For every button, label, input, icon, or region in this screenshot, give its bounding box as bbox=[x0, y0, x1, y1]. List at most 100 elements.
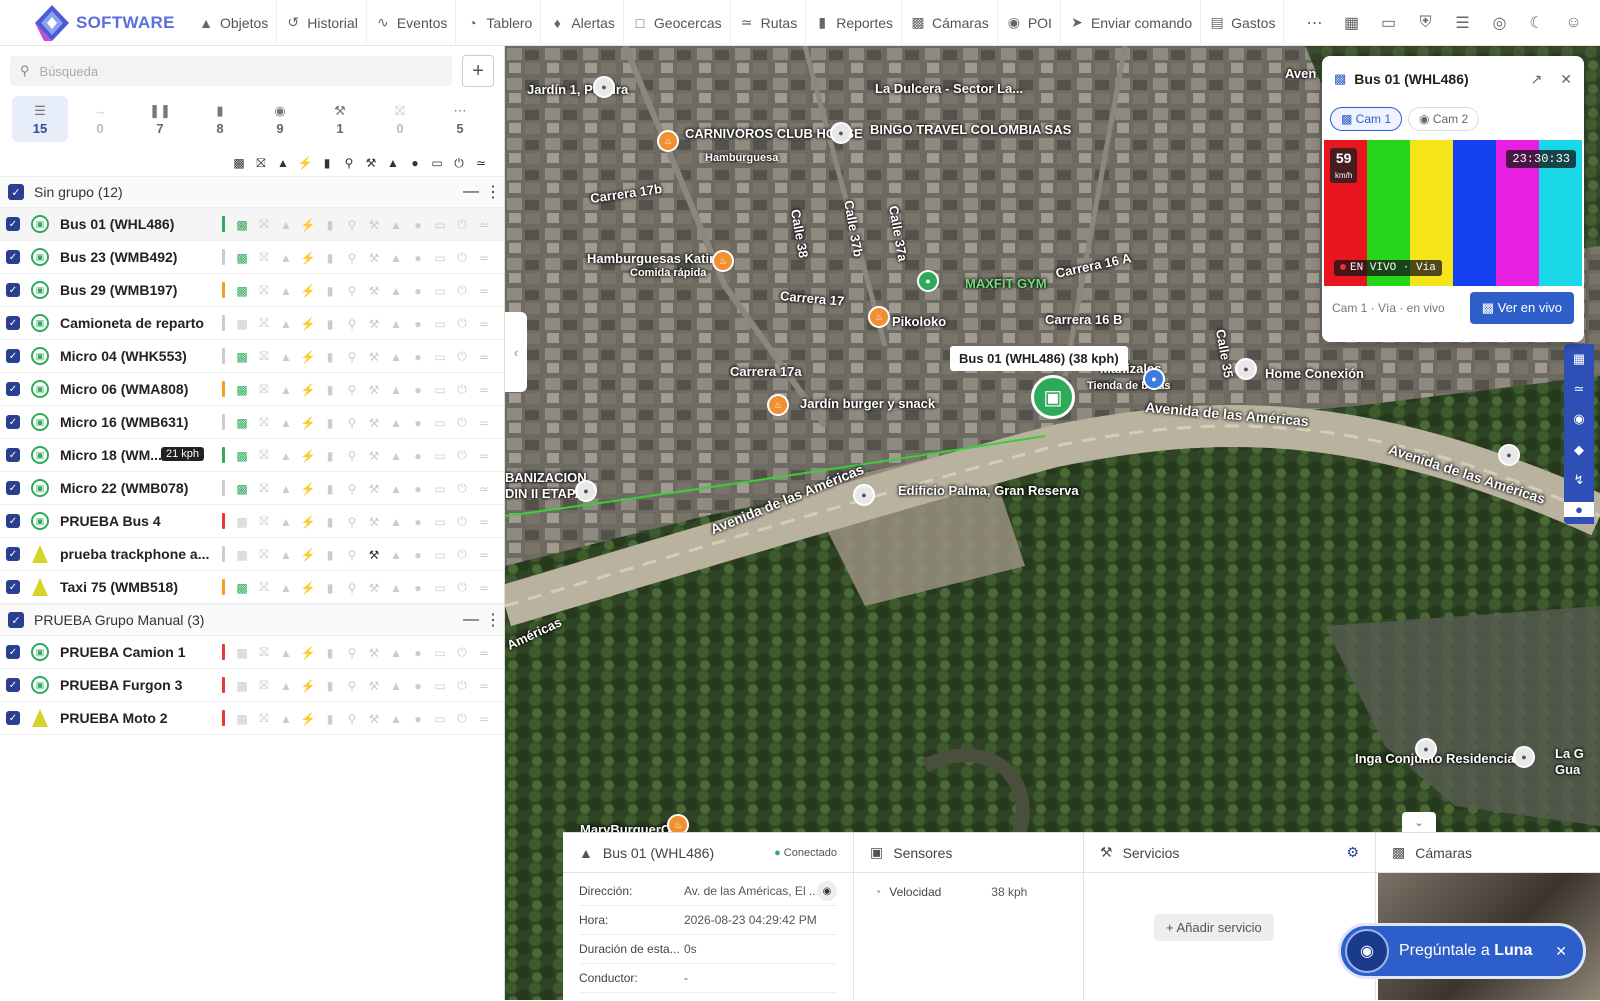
road-icon[interactable]: ▲ bbox=[275, 646, 297, 660]
thermometer-icon[interactable]: ▲ bbox=[385, 284, 407, 298]
nav-enviar-comando[interactable]: ➤ Enviar comando bbox=[1061, 0, 1202, 46]
key-icon[interactable]: ⚲ bbox=[341, 482, 363, 496]
fuel-icon[interactable]: ⛝ bbox=[253, 481, 275, 496]
driver-icon[interactable]: ● bbox=[407, 548, 429, 562]
kebab-menu-icon[interactable]: ⋮ bbox=[482, 610, 504, 630]
trailer-icon[interactable]: ▭ bbox=[429, 251, 451, 265]
trailer-icon[interactable]: ▭ bbox=[429, 548, 451, 562]
wrench-icon[interactable]: ⚒ bbox=[363, 449, 385, 463]
nav-cámaras[interactable]: ▩ Cámaras bbox=[902, 0, 998, 46]
key-icon[interactable]: ⚲ bbox=[341, 317, 363, 331]
lightning-icon[interactable]: ⚡ bbox=[297, 482, 319, 496]
driver-icon[interactable]: ● bbox=[404, 156, 426, 170]
route-icon[interactable]: ≃ bbox=[473, 383, 495, 397]
driver-icon[interactable]: ● bbox=[407, 515, 429, 529]
lightning-icon[interactable]: ⚡ bbox=[297, 548, 319, 562]
map-poi-marker[interactable]: ● bbox=[575, 480, 597, 502]
shield-icon[interactable]: ⛨ bbox=[1407, 0, 1444, 46]
signal-icon[interactable]: ▮ bbox=[319, 251, 341, 265]
restaurant-marker-icon[interactable]: ♨ bbox=[712, 250, 734, 272]
road-icon[interactable]: ▲ bbox=[275, 350, 297, 364]
power-icon[interactable]: ⏻ bbox=[451, 580, 473, 595]
lightning-icon[interactable]: ⚡ bbox=[297, 251, 319, 265]
power-icon[interactable]: ⏻ bbox=[451, 283, 473, 298]
wrench-icon[interactable]: ⚒ bbox=[363, 646, 385, 660]
video-camera-icon[interactable]: ▩ bbox=[231, 679, 253, 693]
signal-icon[interactable]: ▮ bbox=[319, 218, 341, 232]
trailer-icon[interactable]: ▭ bbox=[429, 646, 451, 660]
lightning-icon[interactable]: ⚡ bbox=[297, 646, 319, 660]
signal-icon[interactable]: ▮ bbox=[319, 449, 341, 463]
thermometer-icon[interactable]: ▲ bbox=[385, 317, 407, 331]
lightning-icon[interactable]: ⚡ bbox=[297, 350, 319, 364]
signal-icon[interactable]: ▮ bbox=[319, 383, 341, 397]
signal-icon[interactable]: ▮ bbox=[319, 416, 341, 430]
video-camera-icon[interactable]: ▩ bbox=[231, 482, 253, 496]
signal-icon[interactable]: ▮ bbox=[319, 284, 341, 298]
map-poi-marker[interactable]: ● bbox=[1513, 746, 1535, 768]
thermometer-icon[interactable]: ▲ bbox=[385, 383, 407, 397]
video-camera-icon[interactable]: ▩ bbox=[228, 156, 250, 170]
vehicle-row[interactable]: ✓ ▣ PRUEBA Bus 4 ▩ ⛝ ▲ ⚡ ▮ ⚲ ⚒ ▲ ● ▭ ⏻ ≃ bbox=[0, 505, 504, 538]
thermometer-icon[interactable]: ▲ bbox=[385, 679, 407, 693]
route-icon[interactable]: ≃ bbox=[1574, 381, 1585, 397]
vehicle-row[interactable]: ✓ ▣ Bus 01 (WHL486) ▩ ⛝ ▲ ⚡ ▮ ⚲ ⚒ ▲ ● ▭ ⏻ ≃ bbox=[0, 208, 504, 241]
map-poi-marker[interactable]: ● bbox=[1415, 738, 1437, 760]
thermometer-icon[interactable]: ▲ bbox=[385, 712, 407, 726]
vehicle-row[interactable]: ✓ ▣ Camioneta de reparto ▩ ⛝ ▲ ⚡ ▮ ⚲ ⚒ ▲ ● ▭ ⏻ ≃ bbox=[0, 307, 504, 340]
road-icon[interactable]: ▲ bbox=[275, 482, 297, 496]
driver-icon[interactable]: ● bbox=[407, 449, 429, 463]
thermometer-icon[interactable]: ▲ bbox=[385, 482, 407, 496]
nav-alertas[interactable]: ♦ Alertas bbox=[541, 0, 624, 46]
lightning-icon[interactable]: ⚡ bbox=[297, 712, 319, 726]
power-icon[interactable]: ⏻ bbox=[451, 547, 473, 562]
trailer-icon[interactable]: ▭ bbox=[429, 284, 451, 298]
driver-icon[interactable]: ● bbox=[407, 581, 429, 595]
map-poi-marker[interactable]: ● bbox=[1235, 358, 1257, 380]
add-object-button[interactable]: + bbox=[462, 55, 494, 87]
fuel-icon[interactable]: ⛝ bbox=[253, 547, 275, 562]
thermometer-icon[interactable]: ▲ bbox=[385, 646, 407, 660]
restaurant-marker-icon[interactable]: ♨ bbox=[868, 306, 890, 328]
collapse-icon[interactable]: — bbox=[460, 183, 482, 201]
fuel-icon[interactable]: ⛝ bbox=[253, 678, 275, 693]
road-icon[interactable]: ▲ bbox=[272, 156, 294, 170]
power-icon[interactable]: ⏻ bbox=[451, 645, 473, 660]
nav-geocercas[interactable]: □ Geocercas bbox=[624, 0, 731, 46]
fuel-icon[interactable]: ⛝ bbox=[253, 645, 275, 660]
road-icon[interactable]: ▲ bbox=[275, 251, 297, 265]
video-camera-icon[interactable]: ▩ bbox=[231, 317, 253, 331]
share-icon[interactable]: ↯ bbox=[1574, 472, 1585, 488]
trailer-icon[interactable]: ▭ bbox=[429, 679, 451, 693]
vehicle-row[interactable]: ✓ ▣ Micro 06 (WMA808) ▩ ⛝ ▲ ⚡ ▮ ⚲ ⚒ ▲ ● ▭ ⏻ ≃ bbox=[0, 373, 504, 406]
lightning-icon[interactable]: ⚡ bbox=[297, 515, 319, 529]
signal-icon[interactable]: ▮ bbox=[319, 350, 341, 364]
key-icon[interactable]: ⚲ bbox=[341, 383, 363, 397]
trailer-icon[interactable]: ▭ bbox=[429, 317, 451, 331]
vehicle-row[interactable]: ✓ ▣ Micro 18 (WM... 21 kph ▩ ⛝ ▲ ⚡ ▮ ⚲ ⚒ ▲ ● ▭ ⏻ ≃ bbox=[0, 439, 504, 472]
route-icon[interactable]: ≃ bbox=[473, 218, 495, 232]
video-camera-icon[interactable]: ▩ bbox=[231, 383, 253, 397]
road-icon[interactable]: ▲ bbox=[275, 449, 297, 463]
video-camera-icon[interactable]: ▩ bbox=[231, 218, 253, 232]
vehicle-checkbox[interactable]: ✓ bbox=[6, 448, 20, 462]
vehicle-row[interactable]: ✓ PRUEBA Moto 2 ▩ ⛝ ▲ ⚡ ▮ ⚲ ⚒ ▲ ● ▭ ⏻ ≃ bbox=[0, 702, 504, 735]
power-icon[interactable]: ⏻ bbox=[451, 678, 473, 693]
video-camera-icon[interactable]: ▩ bbox=[231, 646, 253, 660]
road-icon[interactable]: ▲ bbox=[275, 581, 297, 595]
vehicle-checkbox[interactable]: ✓ bbox=[6, 711, 20, 725]
lightning-icon[interactable]: ⚡ bbox=[297, 581, 319, 595]
restaurant-marker-icon[interactable]: ♨ bbox=[767, 394, 789, 416]
nav-poi[interactable]: ◉ POI bbox=[998, 0, 1061, 46]
route-icon[interactable]: ≃ bbox=[473, 416, 495, 430]
vehicle-group-header[interactable]: ✓ Sin grupo (12) — ⋮ bbox=[0, 176, 504, 208]
power-icon[interactable]: ⏻ bbox=[451, 514, 473, 529]
nav-reportes[interactable]: ▮ Reportes bbox=[806, 0, 903, 46]
fuel-icon[interactable]: ⛝ bbox=[253, 415, 275, 430]
key-icon[interactable]: ⚲ bbox=[341, 515, 363, 529]
driver-icon[interactable]: ● bbox=[407, 218, 429, 232]
vehicle-checkbox[interactable]: ✓ bbox=[6, 514, 20, 528]
moon-icon[interactable]: ☾ bbox=[1518, 0, 1555, 46]
wrench-icon[interactable]: ⚒ bbox=[363, 350, 385, 364]
nav-gastos[interactable]: ▤ Gastos bbox=[1201, 0, 1285, 46]
